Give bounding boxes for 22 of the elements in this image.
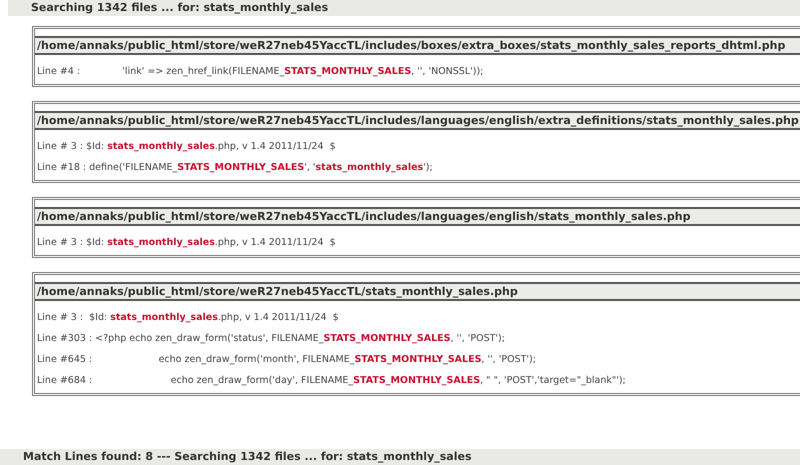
file-path: /home/annaks/public_html/store/weR27neb45YaccTL/stats_monthly_sales.php: [35, 282, 800, 301]
line-number: Line # 3 :: [37, 141, 84, 153]
line-number: Line #645 :: [37, 354, 92, 366]
code-line: echo zen_draw_form('day', FILENAME_STATS_MONTHLY_SALES, " ", 'POST','target="_blank"');: [170, 375, 626, 387]
line-number: Line #303 :: [37, 333, 92, 345]
search-status: Searching 1342 files ... for: stats_monthly_sales: [8, 0, 800, 16]
line-number: Line # 3 :: [37, 312, 84, 324]
code-line: <?php echo zen_draw_form('status', FILENAME_STATS_MONTHLY_SALES, '', 'POST');: [94, 333, 505, 345]
line-number: Line #684 :: [37, 375, 92, 387]
match-summary: Match Lines found: 8 --- Searching 1342 files ... for: stats_monthly_sales: [0, 449, 800, 465]
code-line: echo zen_draw_form('month', FILENAME_STATS_MONTHLY_SALES, '', 'POST');: [158, 354, 536, 366]
line-number: Line # 3 :: [37, 237, 84, 249]
code-line: $Id: stats_monthly_sales.php, v 1.4 2011/11/24 $: [85, 141, 336, 153]
line-number: Line #4 :: [37, 66, 80, 78]
file-path: /home/annaks/public_html/store/weR27neb45YaccTL/includes/boxes/extra_boxes/stats_monthly_sales_reports_dhtml.php: [35, 36, 800, 55]
code-line: 'link' => zen_href_link(FILENAME_STATS_MONTHLY_SALES, '', 'NONSSL'));: [121, 66, 484, 78]
code-line: define('FILENAME_STATS_MONTHLY_SALES', 'stats_monthly_sales');: [88, 162, 433, 174]
file-path: /home/annaks/public_html/store/weR27neb45YaccTL/includes/languages/english/extra_definitions/stats_monthly_sales.php: [35, 111, 800, 130]
file-path: /home/annaks/public_html/store/weR27neb45YaccTL/includes/languages/english/stats_monthly_sales.php: [35, 207, 800, 226]
code-line: $Id: stats_monthly_sales.php, v 1.4 2011/11/24 $: [85, 237, 336, 249]
code-line: $Id: stats_monthly_sales.php, v 1.4 2011/11/24 $: [88, 312, 339, 324]
line-number: Line #18 :: [37, 162, 86, 174]
